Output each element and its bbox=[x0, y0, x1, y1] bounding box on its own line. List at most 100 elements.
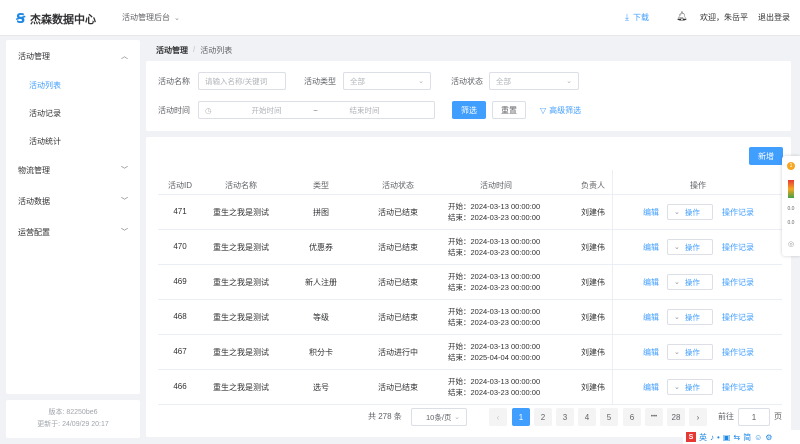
operate-label: 操作 bbox=[684, 242, 700, 252]
settings-icon[interactable]: ◎ bbox=[785, 240, 797, 248]
page-button[interactable]: 4 bbox=[578, 408, 596, 426]
operate-dropdown[interactable]: ⌄ 操作 bbox=[667, 309, 713, 325]
ime-item[interactable]: ⇆ bbox=[733, 433, 740, 442]
page-size-select[interactable]: 10条/页 ⌄ bbox=[411, 408, 467, 426]
cell-status: 活动已结束 bbox=[378, 383, 418, 392]
cell-type: 选号 bbox=[313, 383, 329, 392]
column-divider bbox=[612, 170, 613, 405]
operate-dropdown[interactable]: ⌄ 操作 bbox=[667, 204, 713, 220]
page-button[interactable]: 2 bbox=[534, 408, 552, 426]
floating-toolbar[interactable]: 1 0.0 0.0 ◎ bbox=[782, 156, 800, 256]
filter-button[interactable]: 筛选 bbox=[452, 101, 486, 119]
add-button[interactable]: 新增 bbox=[749, 147, 783, 165]
notification-badge[interactable]: 1 bbox=[787, 162, 795, 170]
more-pages-button[interactable]: ••• bbox=[645, 408, 663, 426]
ime-item[interactable]: ♪ bbox=[710, 433, 714, 442]
ime-item[interactable]: 简 bbox=[743, 432, 751, 443]
prev-page-button[interactable]: ‹ bbox=[489, 408, 507, 426]
operate-dropdown[interactable]: ⌄ 操作 bbox=[667, 274, 713, 290]
ime-item[interactable]: ▣ bbox=[723, 433, 731, 442]
cell-name: 重生之我是测试 bbox=[213, 313, 269, 322]
operation-record-link[interactable]: 操作记录 bbox=[722, 207, 754, 218]
chevron-down-icon: ⌄ bbox=[674, 279, 680, 286]
operation-record-link[interactable]: 操作记录 bbox=[722, 347, 754, 358]
cell-status: 活动进行中 bbox=[378, 348, 418, 357]
cell-name: 重生之我是测试 bbox=[213, 243, 269, 252]
status-filter-select[interactable]: 全部 ⌄ bbox=[489, 72, 579, 90]
system-select[interactable]: 活动管理后台 ⌄ bbox=[122, 12, 180, 23]
app-title: 杰森数据中心 bbox=[30, 14, 96, 26]
page-button[interactable]: 28 bbox=[667, 408, 685, 426]
cell-end-time: 结束：2024-03-23 00:00:00 bbox=[448, 318, 541, 327]
top-header: Ꞩ 杰森数据中心 活动管理后台 ⌄ ⤓ 下载 🔔︎ 欢迎，朱岳平 退出登录 bbox=[0, 0, 800, 36]
operation-record-link[interactable]: 操作记录 bbox=[722, 277, 754, 288]
sidebar-item-activity-record[interactable]: 活动记录 bbox=[6, 104, 140, 122]
column-header: 操作 bbox=[690, 181, 706, 190]
ime-toolbar[interactable]: S 英 ♪ • ▣ ⇆ 简 ☺ ⚙ bbox=[683, 430, 800, 444]
column-header: 负责人 bbox=[581, 181, 605, 190]
cell-type: 积分卡 bbox=[309, 348, 333, 357]
edit-link[interactable]: 编辑 bbox=[643, 347, 659, 358]
operation-record-link[interactable]: 操作记录 bbox=[722, 382, 754, 393]
operate-dropdown[interactable]: ⌄ 操作 bbox=[667, 379, 713, 395]
cell-time: 开始：2024-03-13 00:00:00 结束：2024-03-23 00:0… bbox=[448, 236, 540, 258]
breadcrumb-current: 活动列表 bbox=[200, 46, 233, 55]
name-filter-input[interactable]: 请输入名称/关键词 bbox=[198, 72, 286, 90]
ime-item[interactable]: ⚙ bbox=[765, 433, 772, 442]
edit-link[interactable]: 编辑 bbox=[643, 207, 659, 218]
page-button[interactable]: 5 bbox=[600, 408, 618, 426]
operate-dropdown[interactable]: ⌄ 操作 bbox=[667, 344, 713, 360]
sidebar-group-label: 活动数据 bbox=[18, 196, 50, 206]
sidebar-group-ops-config[interactable]: 运营配置 ﹀ bbox=[6, 223, 140, 241]
chevron-down-icon: ⌄ bbox=[674, 209, 680, 216]
chevron-down-icon: ⌄ bbox=[674, 314, 680, 321]
edit-link[interactable]: 编辑 bbox=[643, 382, 659, 393]
cell-owner: 刘建伟 bbox=[581, 348, 605, 357]
time-range-picker[interactable]: ◷ 开始时间 ~ 结束时间 bbox=[198, 101, 435, 119]
ime-item[interactable]: ☺ bbox=[754, 433, 762, 442]
cell-time: 开始：2024-03-13 00:00:00 结束：2024-03-23 00:0… bbox=[448, 271, 540, 293]
operation-record-link[interactable]: 操作记录 bbox=[722, 242, 754, 253]
breadcrumb-root[interactable]: 活动管理 bbox=[156, 45, 188, 56]
operate-label: 操作 bbox=[684, 312, 700, 322]
page-button[interactable]: 1 bbox=[512, 408, 530, 426]
logout-link[interactable]: 退出登录 bbox=[758, 12, 790, 23]
cell-id: 466 bbox=[173, 382, 187, 391]
cell-status: 活动已结束 bbox=[378, 208, 418, 217]
sidebar-item-activity-list[interactable]: 活动列表 bbox=[6, 76, 140, 94]
advanced-filter-label: 高级筛选 bbox=[549, 106, 582, 115]
reset-button[interactable]: 重置 bbox=[492, 101, 526, 119]
app-logo[interactable]: Ꞩ 杰森数据中心 bbox=[16, 11, 96, 27]
type-filter-select[interactable]: 全部 ⌄ bbox=[343, 72, 431, 90]
sidebar-item-label: 活动统计 bbox=[29, 136, 61, 146]
cell-start-time: 开始：2024-03-13 00:00:00 bbox=[448, 237, 541, 246]
table-row: 469 重生之我是测试 新人注册 活动已结束 开始：2024-03-13 00:00:0… bbox=[158, 265, 782, 300]
cell-status: 活动已结束 bbox=[378, 278, 418, 287]
cell-start-time: 开始：2024-03-13 00:00:00 bbox=[448, 272, 541, 281]
sidebar-group-logistics[interactable]: 物流管理 ﹀ bbox=[6, 161, 140, 179]
bell-icon[interactable]: 🔔︎ bbox=[676, 11, 687, 22]
operation-record-link[interactable]: 操作记录 bbox=[722, 312, 754, 323]
chevron-down-icon: ⌄ bbox=[174, 14, 180, 22]
sidebar-group-activity[interactable]: 活动管理 ︿ bbox=[6, 47, 140, 65]
sidebar-item-activity-stats[interactable]: 活动统计 bbox=[6, 132, 140, 150]
cell-owner: 刘建伟 bbox=[581, 278, 605, 287]
column-header: 活动时间 bbox=[480, 181, 512, 190]
next-page-button[interactable]: › bbox=[689, 408, 707, 426]
page-button[interactable]: 6 bbox=[623, 408, 641, 426]
page-button[interactable]: 3 bbox=[556, 408, 574, 426]
download-button[interactable]: ⤓ 下载 bbox=[625, 12, 649, 23]
welcome-text: 欢迎，朱岳平 bbox=[700, 13, 748, 22]
start-time-placeholder: 开始时间 bbox=[251, 105, 282, 115]
operate-dropdown[interactable]: ⌄ 操作 bbox=[667, 239, 713, 255]
breadcrumb-separator: / bbox=[193, 45, 196, 54]
ime-item[interactable]: • bbox=[717, 433, 720, 442]
edit-link[interactable]: 编辑 bbox=[643, 242, 659, 253]
advanced-filter-link[interactable]: ▽ 高级筛选 bbox=[540, 105, 581, 116]
sidebar-group-activity-data[interactable]: 活动数据 ﹀ bbox=[6, 192, 140, 210]
edit-link[interactable]: 编辑 bbox=[643, 277, 659, 288]
goto-page-input[interactable]: 1 bbox=[738, 408, 770, 426]
cell-owner: 刘建伟 bbox=[581, 313, 605, 322]
edit-link[interactable]: 编辑 bbox=[643, 312, 659, 323]
ime-mode[interactable]: 英 bbox=[699, 432, 707, 443]
